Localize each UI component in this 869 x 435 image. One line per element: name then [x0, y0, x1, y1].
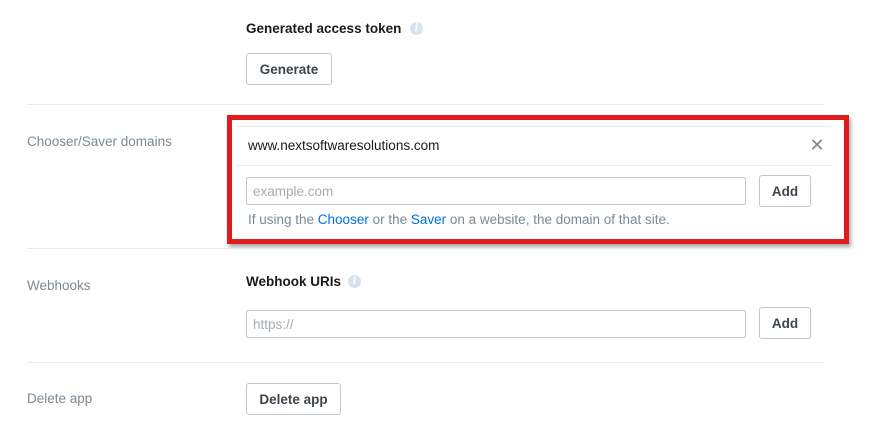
section-divider — [27, 362, 824, 363]
highlight-box — [227, 115, 849, 244]
section-divider — [27, 104, 824, 105]
chooser-saver-label: Chooser/Saver domains — [27, 134, 172, 149]
access-token-heading: Generated access token — [246, 21, 402, 36]
info-icon[interactable]: i — [348, 275, 361, 288]
webhook-uris-heading: Webhook URIs — [246, 274, 342, 289]
section-divider — [27, 248, 824, 249]
delete-app-label: Delete app — [27, 391, 93, 406]
webhooks-label: Webhooks — [27, 278, 91, 293]
webhook-uri-input[interactable] — [246, 310, 746, 338]
info-icon[interactable]: i — [410, 22, 423, 35]
generate-button[interactable]: Generate — [246, 53, 332, 85]
delete-app-button[interactable]: Delete app — [246, 383, 341, 415]
add-webhook-button[interactable]: Add — [759, 307, 811, 339]
